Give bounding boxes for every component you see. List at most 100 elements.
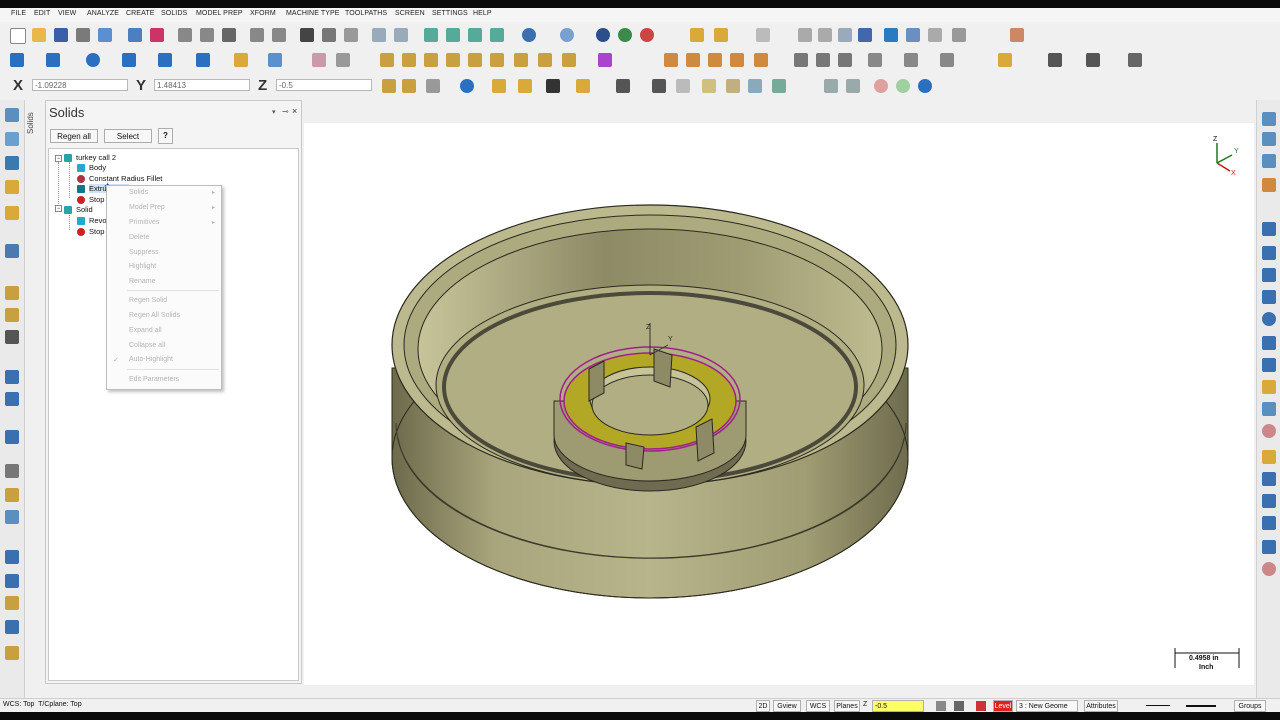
revolve-icon[interactable]: [686, 53, 700, 67]
toolpath-manager-icon[interactable]: [5, 132, 19, 146]
cursor-icon[interactable]: [652, 79, 666, 93]
z-depth-input[interactable]: -0.5: [872, 700, 924, 712]
mill-icon[interactable]: [5, 574, 19, 588]
menu-view[interactable]: VIEW: [58, 10, 76, 17]
regen-all-button[interactable]: Regen all: [50, 129, 98, 143]
collapse-toggle-icon[interactable]: −: [55, 205, 62, 212]
circle-tool-icon[interactable]: [1262, 312, 1276, 326]
view-iso-icon[interactable]: [424, 28, 438, 42]
shaded-icon[interactable]: [596, 28, 610, 42]
ctx-highlight[interactable]: Highlight: [129, 263, 156, 270]
chain-tool-icon[interactable]: [1262, 516, 1276, 530]
zoom-target-icon[interactable]: [200, 28, 214, 42]
help-button[interactable]: ?: [158, 128, 173, 144]
sweep-icon[interactable]: [730, 53, 744, 67]
select-button[interactable]: Select: [104, 129, 152, 143]
tree-item-turkey-call[interactable]: turkey call 2: [76, 153, 116, 162]
cancel-snap-icon[interactable]: [426, 79, 440, 93]
delete-tool-icon[interactable]: [1262, 424, 1276, 438]
view-iso-right-icon[interactable]: [1262, 178, 1276, 192]
hidden-icon[interactable]: [640, 28, 654, 42]
ok-icon[interactable]: [896, 79, 910, 93]
verify-icon[interactable]: [824, 79, 838, 93]
tree-item-fillet[interactable]: Constant Radius Fillet: [89, 174, 162, 183]
cylinder-icon[interactable]: [234, 53, 248, 67]
color-icon[interactable]: [936, 701, 946, 711]
layer-tool-icon[interactable]: [1262, 540, 1276, 554]
body-select-icon[interactable]: [748, 79, 762, 93]
grid-icon[interactable]: [952, 28, 966, 42]
history-icon[interactable]: [5, 488, 19, 502]
wire-icon[interactable]: [5, 596, 19, 610]
xform-scale-icon[interactable]: [446, 53, 460, 67]
view-front-right-icon[interactable]: [1262, 154, 1276, 168]
line-tool-icon[interactable]: [1262, 222, 1276, 236]
solid-tool-icon[interactable]: [1262, 380, 1276, 394]
loft-icon[interactable]: [708, 53, 722, 67]
select-only-icon[interactable]: [518, 79, 532, 93]
surface-tool-icon[interactable]: [1262, 402, 1276, 416]
recent-functions-icon[interactable]: [5, 286, 19, 300]
menu-file[interactable]: FILE: [11, 10, 26, 17]
globe-icon[interactable]: [522, 28, 536, 42]
tree-item-body[interactable]: Body: [89, 163, 106, 172]
check-icon[interactable]: [846, 79, 860, 93]
ctx-model-prep[interactable]: Model Prep: [129, 204, 165, 211]
menu-screen[interactable]: SCREEN: [395, 10, 425, 17]
menu-xform[interactable]: XFORM: [250, 10, 276, 17]
xform-mirror-icon[interactable]: [424, 53, 438, 67]
design-icon[interactable]: [5, 646, 19, 660]
menu-solids[interactable]: SOLIDS: [161, 10, 187, 17]
edge-select-icon[interactable]: [726, 79, 740, 93]
trim-tool-icon[interactable]: [1262, 336, 1276, 350]
dimension-icon[interactable]: [998, 53, 1012, 67]
level-button[interactable]: Level: [993, 700, 1013, 712]
face-select-icon[interactable]: [702, 79, 716, 93]
ctx-primitives[interactable]: Primitives: [129, 219, 159, 226]
cube-mesh-icon[interactable]: [838, 53, 852, 67]
tools-icon[interactable]: [884, 28, 898, 42]
redo-icon[interactable]: [394, 28, 408, 42]
collapse-toggle-icon[interactable]: −: [55, 155, 62, 162]
router-icon[interactable]: [5, 620, 19, 634]
sigma-icon[interactable]: [928, 28, 942, 42]
analyze-icon[interactable]: [838, 28, 852, 42]
horizontal-dim-icon[interactable]: [1048, 53, 1062, 67]
cancel-icon[interactable]: [874, 79, 888, 93]
groups-button[interactable]: Groups: [1234, 700, 1266, 712]
rotate-icon[interactable]: [322, 28, 336, 42]
model-prep-icon[interactable]: [5, 330, 19, 344]
delete-icon[interactable]: [336, 53, 350, 67]
menu-model-prep[interactable]: MODEL PREP: [196, 10, 243, 17]
sphere-icon[interactable]: [560, 28, 574, 42]
lathe-icon[interactable]: [5, 550, 19, 564]
vertical-dim-icon[interactable]: [1086, 53, 1100, 67]
style-icon[interactable]: [954, 701, 964, 711]
xform-roll-icon[interactable]: [490, 53, 504, 67]
xform-project-icon[interactable]: [538, 53, 552, 67]
pin-dropdown-icon[interactable]: ▾: [272, 108, 276, 116]
xform-stretch-icon[interactable]: [514, 53, 528, 67]
fast-point-icon[interactable]: [382, 79, 396, 93]
clear-tool-icon[interactable]: [1262, 562, 1276, 576]
chain-icon[interactable]: [714, 28, 728, 42]
menu-settings[interactable]: SETTINGS: [432, 10, 468, 17]
undo-arrow-icon[interactable]: [756, 28, 770, 42]
measure-tool-icon[interactable]: [1262, 472, 1276, 486]
line-width-icon[interactable]: [1186, 705, 1216, 707]
ctx-collapse-all[interactable]: Collapse all: [129, 342, 165, 349]
print-icon[interactable]: [76, 28, 90, 42]
ctx-suppress[interactable]: Suppress: [129, 249, 159, 256]
split-icon[interactable]: [5, 430, 19, 444]
extrude-icon[interactable]: [664, 53, 678, 67]
open-folder-icon[interactable]: [32, 28, 46, 42]
ctx-edit-parameters[interactable]: Edit Parameters: [129, 376, 179, 383]
point-tool-icon[interactable]: [1262, 268, 1276, 282]
attributes-button[interactable]: Attributes: [1084, 700, 1118, 712]
tangent-tool-icon[interactable]: [1262, 290, 1276, 304]
box-icon[interactable]: [1010, 28, 1024, 42]
x-coordinate-input[interactable]: -1.09228: [32, 79, 128, 91]
menu-edit[interactable]: EDIT: [34, 10, 50, 17]
z-coordinate-input[interactable]: -0.5: [276, 79, 372, 91]
pan-icon[interactable]: [344, 28, 358, 42]
